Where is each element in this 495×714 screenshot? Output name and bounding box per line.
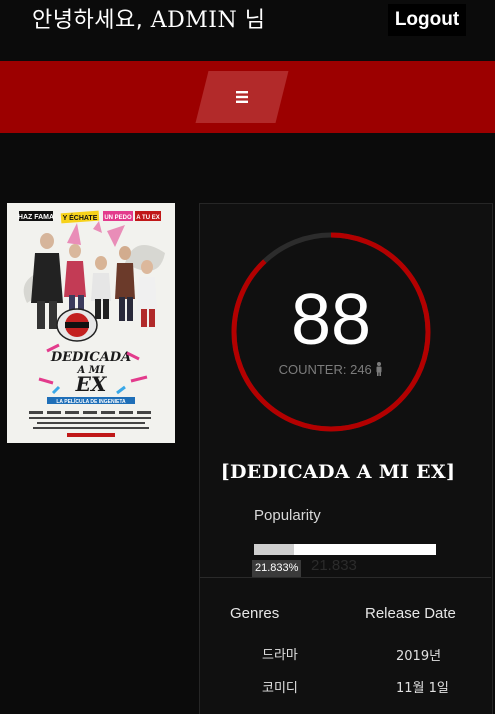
top-bar: 안녕하세요, ADMIN 님 Logout [0, 0, 495, 61]
genre-item: 코미디 [262, 681, 298, 696]
popularity-badge: 21.833% [252, 560, 302, 577]
greeting-prefix: 안녕하세요, [32, 8, 144, 33]
counter-value: 246 [350, 362, 372, 377]
poster-subtitle: LA PELÍCULA DE INGENIETA [56, 397, 126, 405]
popularity-bar-fill [254, 544, 294, 555]
poster-logo-line-1: DEDICADA [50, 350, 131, 365]
popularity-value: 21.833 [311, 557, 357, 574]
release-date-day: 11월 1일 [396, 681, 449, 696]
poster-tagline-2: Y ÉCHATE [63, 213, 98, 222]
greeting: 안녕하세요, ADMIN 님 [32, 2, 265, 34]
hamburger-icon[interactable] [229, 80, 255, 114]
poster-logo-line-3: EX [75, 372, 108, 396]
user-name: ADMIN [150, 8, 238, 33]
genre-item: 드라마 [262, 648, 298, 663]
view-counter: COUNTER: 246 [231, 362, 431, 377]
release-date-year: 2019년 [396, 649, 442, 664]
genres-header: Genres [230, 605, 280, 622]
popularity-label: Popularity [254, 507, 321, 524]
score-value: 88 [290, 280, 372, 360]
section-divider [200, 577, 491, 578]
person-icon [376, 362, 382, 376]
poster-tagline-3: UN PEDO [104, 215, 132, 221]
poster-tagline-1: HAZ FAMA [18, 214, 54, 221]
poster-tagline-4: A TU EX [136, 215, 159, 221]
release-date-header: Release Date [365, 605, 456, 622]
movie-title: [DEDICADA A MI EX] [220, 461, 456, 483]
logout-button[interactable]: Logout [388, 4, 466, 36]
greeting-suffix: 님 [244, 8, 266, 33]
counter-label: COUNTER: [278, 362, 347, 377]
movie-poster[interactable]: HAZ FAMA Y ÉCHATE UN PEDO A TU EX DEDICA… [7, 203, 175, 443]
